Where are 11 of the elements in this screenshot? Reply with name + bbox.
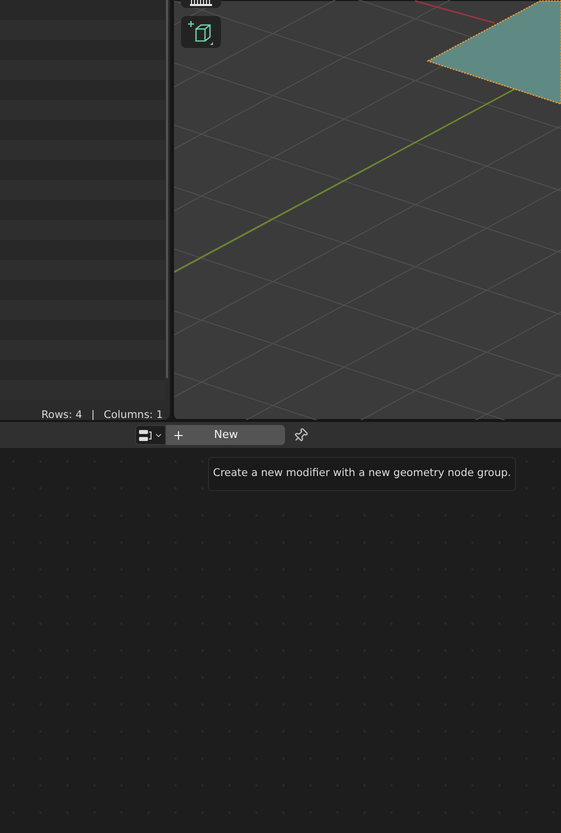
editor-type-button[interactable]: [135, 425, 166, 445]
tool-button[interactable]: [181, 16, 221, 48]
column-count: Columns: 1: [104, 408, 163, 420]
node-editor-icon: [138, 428, 152, 442]
plus-icon: [172, 428, 185, 442]
tooltip: Create a new modifier with a new geometry node group.: [208, 457, 516, 491]
row-count: Rows: 4: [41, 408, 82, 420]
scrollbar[interactable]: [166, 0, 168, 378]
new-button[interactable]: New: [166, 425, 285, 445]
ruler-icon: [190, 0, 212, 6]
add-cube-icon: [188, 20, 214, 46]
